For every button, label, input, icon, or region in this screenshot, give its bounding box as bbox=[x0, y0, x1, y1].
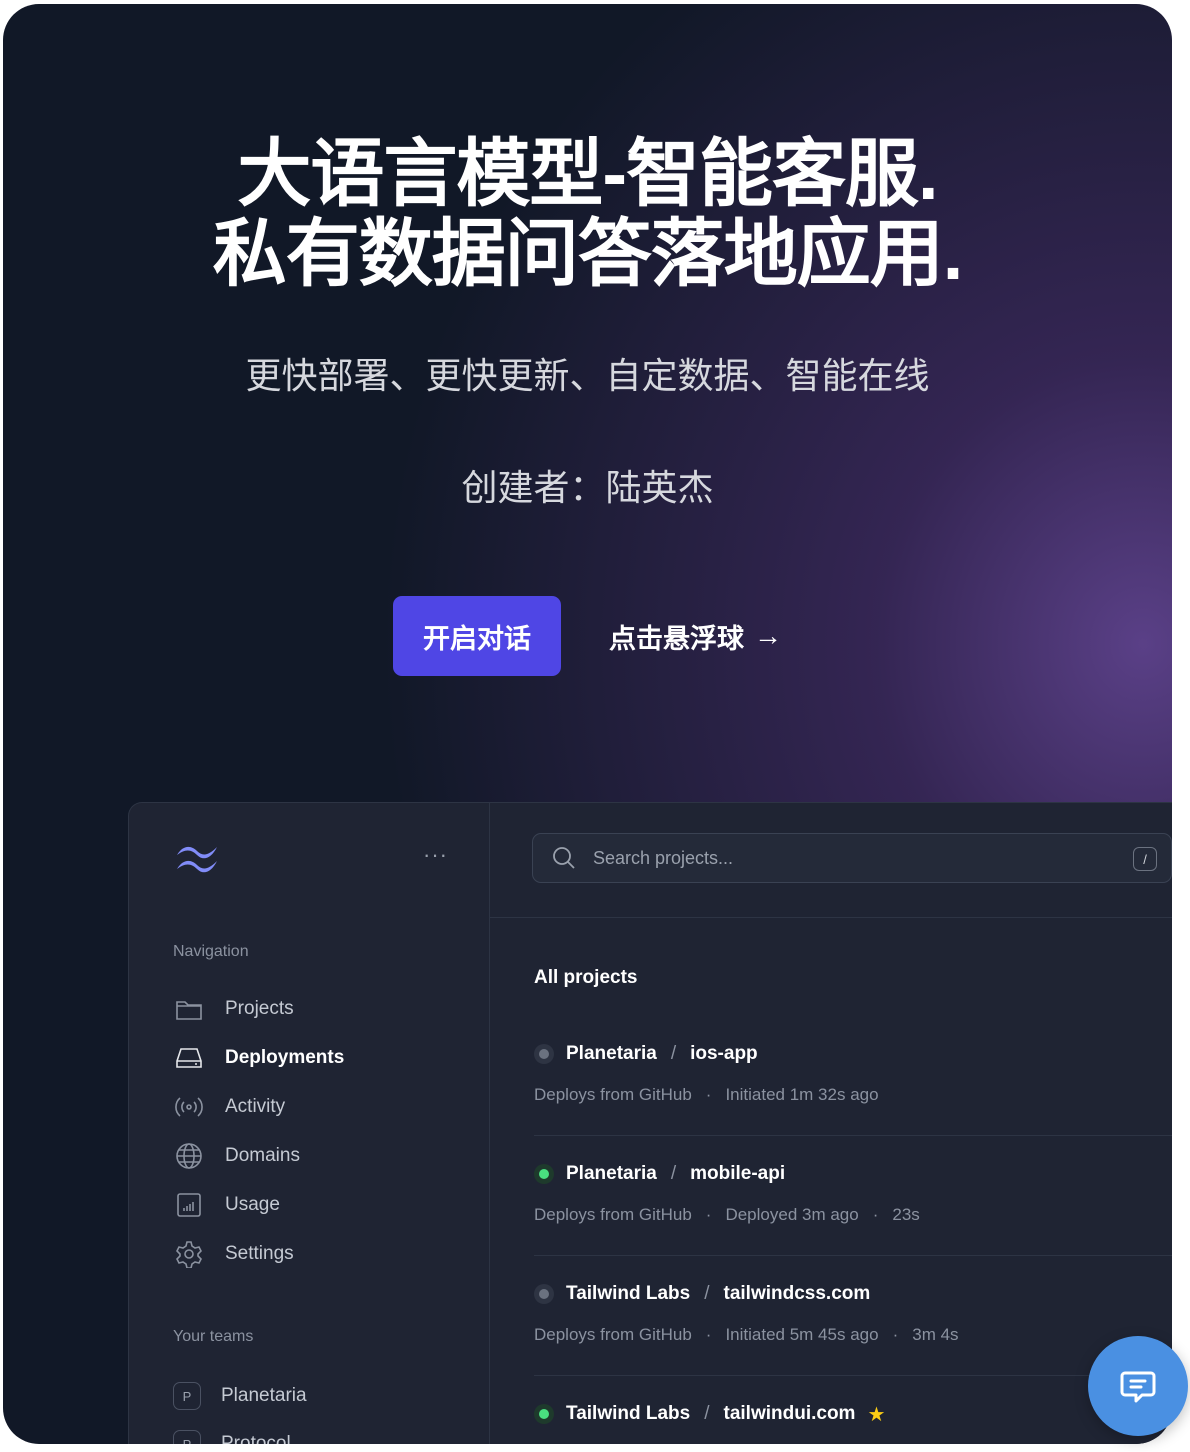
project-row[interactable]: Tailwind Labs / tailwindcss.com Deploys … bbox=[534, 1279, 1172, 1376]
meta-bullet: · bbox=[705, 1205, 712, 1224]
sidebar-item-label: Domains bbox=[225, 1145, 300, 1166]
hero-creator: 创建者：陆英杰 bbox=[461, 467, 714, 508]
signal-icon bbox=[173, 1091, 205, 1123]
status-dot-icon bbox=[534, 1284, 554, 1304]
sidebar-item-deployments[interactable]: Deployments bbox=[173, 1040, 344, 1076]
status-dot-icon bbox=[534, 1404, 554, 1424]
float-ball-link[interactable]: 点击悬浮球 → bbox=[609, 616, 782, 656]
row-divider bbox=[534, 1375, 1172, 1376]
project-name: tailwindui.com bbox=[723, 1403, 856, 1424]
project-team: Planetaria bbox=[566, 1163, 657, 1184]
folder-icon bbox=[173, 993, 205, 1025]
nav-heading: Navigation bbox=[173, 943, 249, 960]
chart-icon bbox=[173, 1189, 205, 1221]
project-row[interactable]: Tailwind Labs / tailwindui.com ★ bbox=[534, 1399, 1172, 1429]
project-state: Deployed 3m ago bbox=[725, 1205, 859, 1224]
path-separator: / bbox=[704, 1403, 710, 1424]
sidebar-item-label: Activity bbox=[225, 1096, 286, 1117]
sidebar-item-label: Settings bbox=[225, 1243, 294, 1264]
team-badge: P bbox=[173, 1382, 201, 1410]
project-state: Initiated 5m 45s ago bbox=[725, 1325, 879, 1344]
project-name: ios-app bbox=[690, 1043, 758, 1064]
project-duration: 3m 4s bbox=[912, 1325, 959, 1344]
sidebar-item-usage[interactable]: Usage bbox=[173, 1187, 280, 1223]
team-name: Planetaria bbox=[221, 1385, 307, 1406]
project-name: tailwindcss.com bbox=[723, 1283, 871, 1304]
team-name: Protocol bbox=[221, 1433, 291, 1444]
app-preview: ··· Navigation Projects Deployments Acti… bbox=[128, 802, 1172, 1444]
tailwind-logo-icon bbox=[177, 846, 217, 873]
gear-icon bbox=[173, 1238, 205, 1270]
sidebar-item-settings[interactable]: Settings bbox=[173, 1236, 294, 1272]
star-icon[interactable]: ★ bbox=[867, 1402, 885, 1427]
sidebar-item-label: Deployments bbox=[225, 1047, 345, 1068]
start-chat-button[interactable]: 开启对话 bbox=[393, 596, 561, 676]
project-team: Tailwind Labs bbox=[566, 1403, 691, 1424]
projects-heading: All projects bbox=[534, 967, 638, 988]
chat-float-button[interactable] bbox=[1088, 1336, 1188, 1436]
search-icon bbox=[553, 847, 575, 869]
sidebar-item-label: Usage bbox=[225, 1194, 280, 1215]
sidebar-item-projects[interactable]: Projects bbox=[173, 991, 294, 1027]
row-divider bbox=[534, 1135, 1172, 1136]
sidebar-item-domains[interactable]: Domains bbox=[173, 1138, 300, 1174]
project-row[interactable]: Planetaria / mobile-api Deploys from Git… bbox=[534, 1159, 1172, 1256]
team-item-protocol[interactable]: P Protocol bbox=[173, 1426, 291, 1444]
project-duration: 23s bbox=[892, 1205, 920, 1224]
arrow-right-icon: → bbox=[754, 620, 782, 651]
meta-bullet: · bbox=[872, 1205, 879, 1224]
sidebar-item-activity[interactable]: Activity bbox=[173, 1089, 285, 1125]
project-row[interactable]: Planetaria / ios-app Deploys from GitHub… bbox=[534, 1039, 1172, 1136]
globe-icon bbox=[173, 1140, 205, 1172]
float-ball-link-label: 点击悬浮球 bbox=[609, 623, 744, 654]
project-source: Deploys from GitHub bbox=[534, 1325, 692, 1344]
more-options-icon[interactable]: ··· bbox=[423, 844, 447, 871]
status-dot-icon bbox=[534, 1044, 554, 1064]
project-team: Planetaria bbox=[566, 1043, 657, 1064]
hero-title-line-1: 大语言模型-智能客服. bbox=[237, 132, 938, 215]
server-icon bbox=[173, 1042, 205, 1074]
sidebar: ··· Navigation Projects Deployments Acti… bbox=[129, 803, 490, 1444]
hero-title-line-2: 私有数据问答落地应用. bbox=[212, 212, 964, 295]
project-team: Tailwind Labs bbox=[566, 1283, 691, 1304]
path-separator: / bbox=[670, 1043, 677, 1064]
main-panel: / All projects Planetaria / ios-app Depl… bbox=[490, 803, 1172, 1444]
teams-heading: Your teams bbox=[173, 1328, 254, 1345]
search-shortcut-key: / bbox=[1133, 847, 1157, 871]
search-box[interactable]: / bbox=[532, 833, 1172, 883]
row-divider bbox=[534, 1255, 1172, 1256]
search-input[interactable] bbox=[591, 846, 1115, 870]
hero-title: 大语言模型-智能客服. 私有数据问答落地应用. bbox=[3, 134, 1172, 294]
meta-bullet: · bbox=[705, 1325, 712, 1344]
status-dot-icon bbox=[534, 1164, 554, 1184]
team-badge: P bbox=[173, 1430, 201, 1444]
hero-subtitle: 更快部署、更快更新、自定数据、智能在线 bbox=[245, 355, 930, 396]
sidebar-item-label: Projects bbox=[225, 998, 294, 1019]
meta-bullet: · bbox=[892, 1325, 899, 1344]
chat-bubble-icon bbox=[1120, 1371, 1156, 1403]
path-separator: / bbox=[704, 1283, 710, 1304]
topbar: / bbox=[490, 803, 1172, 918]
hero-section: 大语言模型-智能客服. 私有数据问答落地应用. 更快部署、更快更新、自定数据、智… bbox=[3, 4, 1172, 1444]
project-state: Initiated 1m 32s ago bbox=[725, 1085, 879, 1104]
project-name: mobile-api bbox=[690, 1163, 786, 1184]
project-source: Deploys from GitHub bbox=[534, 1085, 692, 1104]
team-item-planetaria[interactable]: P Planetaria bbox=[173, 1378, 307, 1414]
meta-bullet: · bbox=[705, 1085, 712, 1104]
project-source: Deploys from GitHub bbox=[534, 1205, 692, 1224]
path-separator: / bbox=[670, 1163, 677, 1184]
